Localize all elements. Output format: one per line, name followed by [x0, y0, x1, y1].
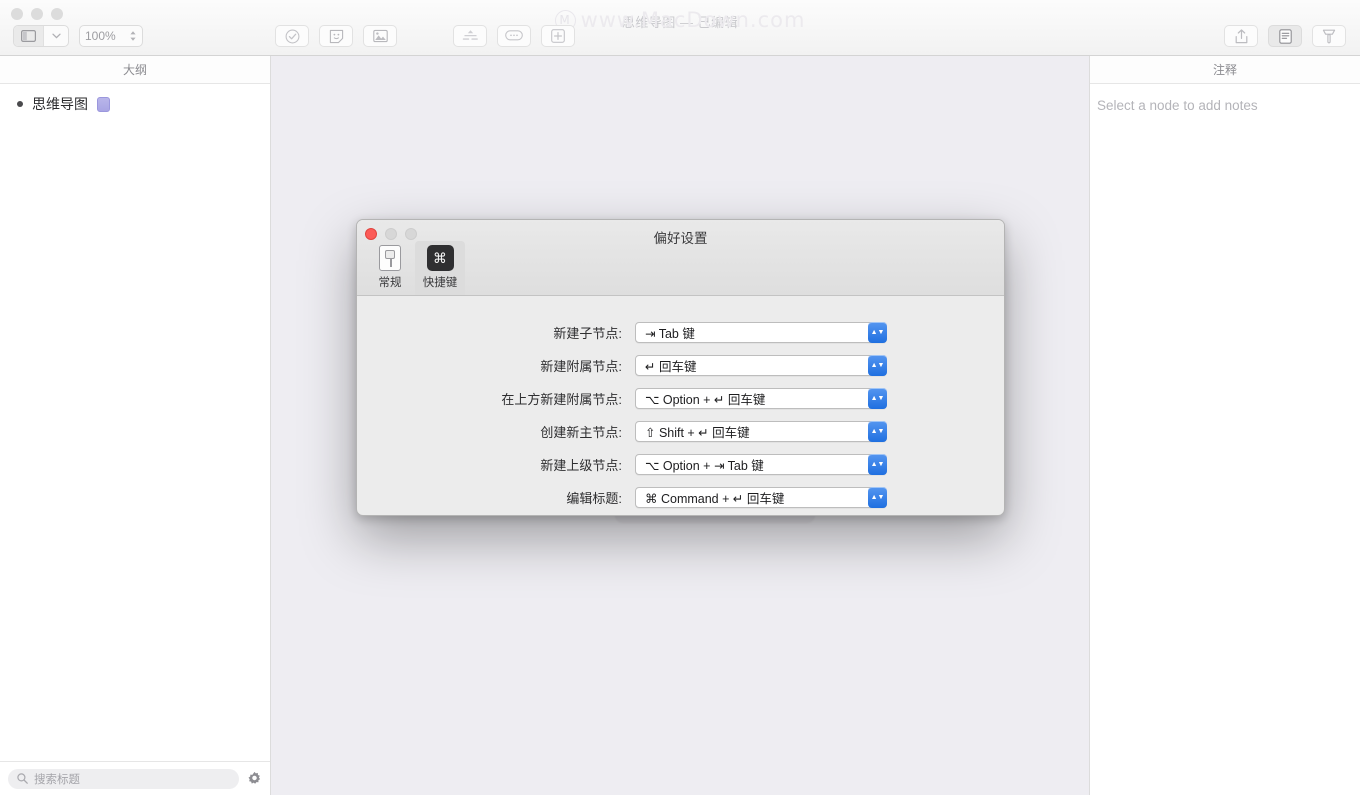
popup-new-parent-stepper[interactable]: ▲▼ [868, 454, 887, 475]
popup-new-child[interactable]: ⇥ Tab 键 ▲▼ [635, 322, 887, 343]
bullet-icon [17, 101, 23, 107]
label-new-parent: 新建上级节点: [540, 458, 622, 473]
boundary-icon[interactable] [453, 25, 487, 47]
tab-general-label: 常规 [378, 277, 402, 289]
format-brush-icon[interactable] [1312, 25, 1346, 47]
label-new-sibling-above: 在上方新建附属节点: [501, 392, 622, 407]
stepper-arrows-icon[interactable] [129, 30, 137, 42]
popup-new-sibling-above[interactable]: ⌥ Option + ↵ 回车键 ▲▼ [635, 388, 887, 409]
popup-edit-title-value: ⌘ Command + ↵ 回车键 [645, 492, 785, 506]
label-edit-title: 编辑标题: [566, 491, 622, 506]
tab-shortcuts[interactable]: ⌘ 快捷键 [415, 241, 465, 295]
image-icon[interactable] [363, 25, 397, 47]
outline-item-root[interactable]: 思维导图 [0, 84, 270, 114]
popup-new-sibling-stepper[interactable]: ▲▼ [868, 355, 887, 376]
preferences-tabbar: 常规 ⌘ 快捷键 [365, 241, 465, 295]
general-switch-icon [379, 245, 401, 271]
comment-glyph [505, 30, 523, 41]
toolbar-left-group: 100% [13, 25, 143, 47]
sticker-badge-icon[interactable] [97, 96, 110, 112]
outline-item-label: 思维导图 [32, 96, 88, 112]
popup-new-sibling-value: ↵ 回车键 [645, 360, 697, 374]
popup-new-sibling-above-value: ⌥ Option + ↵ 回车键 [645, 393, 766, 407]
notes-placeholder[interactable]: Select a node to add notes [1090, 84, 1360, 113]
sticker-glyph [329, 29, 343, 43]
chevron-down-glyph [51, 33, 61, 39]
app-window: 思维导图 — 已编辑 www.MacDown.com [0, 0, 1360, 795]
shortcuts-pane: 新建子节点: ⇥ Tab 键 ▲▼ 新建附属节点: ↵ 回车键 ▲▼ 在上方新建… [357, 296, 1004, 508]
command-key-icon: ⌘ [426, 245, 454, 271]
zoom-value: 100% [85, 29, 116, 43]
popup-new-main[interactable]: ⇧ Shift + ↵ 回车键 ▲▼ [635, 421, 887, 442]
search-input[interactable]: 搜索标题 [8, 768, 239, 789]
format-brush-glyph [1322, 29, 1336, 43]
notes-panel: 注释 Select a node to add notes [1089, 56, 1360, 795]
sidebar-footer: 搜索标题 [0, 761, 270, 795]
search-icon [17, 773, 28, 784]
check-circle-icon[interactable] [275, 25, 309, 47]
popup-new-parent-value: ⌥ Option + ⇥ Tab 键 [645, 459, 764, 473]
sidebar-glyph [21, 30, 36, 42]
shortcut-row-edit-title: 编辑标题: ⌘ Command + ↵ 回车键 ▲▼ [357, 487, 1004, 508]
toolbar-right-group [1224, 25, 1346, 47]
check-circle-glyph [285, 29, 299, 43]
comment-icon[interactable] [497, 25, 531, 47]
shortcut-row-new-child: 新建子节点: ⇥ Tab 键 ▲▼ [357, 322, 1004, 343]
preferences-dialog: 偏好设置 常规 ⌘ 快捷键 新建子节点: ⇥ Tab 键 ▲▼ 新建附属节点: … [356, 219, 1005, 516]
outline-header: 大纲 [0, 56, 270, 84]
sticker-icon[interactable] [319, 25, 353, 47]
zoom-stepper[interactable]: 100% [79, 25, 143, 47]
preferences-titlebar: 偏好设置 常规 ⌘ 快捷键 [357, 220, 1004, 296]
popup-new-sibling-above-stepper[interactable]: ▲▼ [868, 388, 887, 409]
popup-new-child-stepper[interactable]: ▲▼ [868, 322, 887, 343]
share-icon[interactable] [1224, 25, 1258, 47]
window-title: 思维导图 — 已编辑 [621, 15, 739, 30]
tab-general[interactable]: 常规 [365, 241, 415, 295]
notes-header: 注释 [1090, 56, 1360, 84]
sidebar-icon[interactable] [14, 26, 44, 46]
sidebar-toggle-segment[interactable] [13, 25, 69, 47]
popup-new-child-value: ⇥ Tab 键 [645, 327, 695, 341]
outline-sidebar: 大纲 思维导图 搜索标题 [0, 56, 271, 795]
notes-panel-icon[interactable] [1268, 25, 1302, 47]
popup-new-main-stepper[interactable]: ▲▼ [868, 421, 887, 442]
toolbar-insert-group [275, 25, 397, 47]
search-placeholder: 搜索标题 [34, 773, 80, 786]
shortcut-row-new-sibling-above: 在上方新建附属节点: ⌥ Option + ↵ 回车键 ▲▼ [357, 388, 1004, 409]
popup-new-sibling[interactable]: ↵ 回车键 ▲▼ [635, 355, 887, 376]
label-new-main: 创建新主节点: [540, 425, 622, 440]
popup-edit-title[interactable]: ⌘ Command + ↵ 回车键 ▲▼ [635, 487, 887, 508]
label-new-child: 新建子节点: [553, 326, 622, 341]
popup-new-main-value: ⇧ Shift + ↵ 回车键 [645, 426, 750, 440]
popup-edit-title-stepper[interactable]: ▲▼ [868, 487, 887, 508]
gear-icon[interactable] [247, 771, 262, 786]
label-new-sibling: 新建附属节点: [540, 359, 622, 374]
shortcut-row-new-sibling: 新建附属节点: ↵ 回车键 ▲▼ [357, 355, 1004, 376]
chevron-down-icon[interactable] [44, 26, 68, 46]
toolbar-structure-group [453, 25, 575, 47]
notes-panel-glyph [1278, 28, 1292, 44]
popup-new-parent[interactable]: ⌥ Option + ⇥ Tab 键 ▲▼ [635, 454, 887, 475]
tab-shortcuts-label: 快捷键 [422, 277, 458, 289]
image-glyph [372, 29, 388, 43]
window-toolbar: 思维导图 — 已编辑 www.MacDown.com [0, 0, 1360, 56]
share-glyph [1235, 28, 1247, 43]
shortcut-row-new-main: 创建新主节点: ⇧ Shift + ↵ 回车键 ▲▼ [357, 421, 1004, 442]
boundary-glyph [462, 30, 478, 40]
shortcut-row-new-parent: 新建上级节点: ⌥ Option + ⇥ Tab 键 ▲▼ [357, 454, 1004, 475]
add-node-glyph [551, 29, 565, 43]
add-node-icon[interactable] [541, 25, 575, 47]
